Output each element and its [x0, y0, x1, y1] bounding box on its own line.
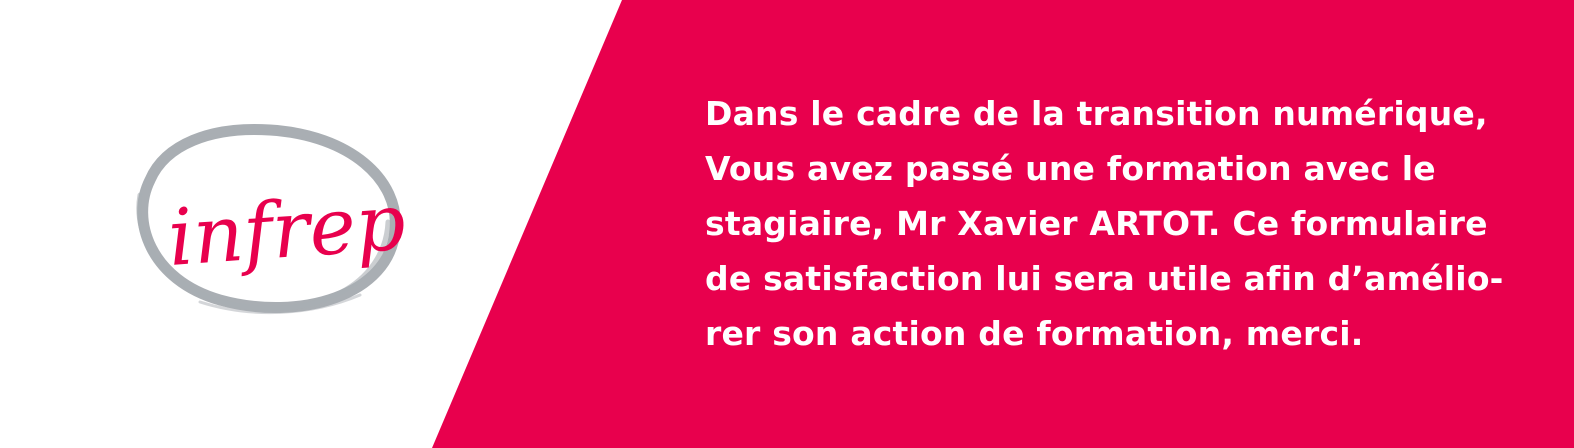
intro-message: Dans le cadre de la transition numérique…: [705, 86, 1525, 361]
message-line: de satisfaction lui sera utile afin d’am…: [705, 259, 1504, 298]
message-line: Dans le cadre de la transition numérique…: [705, 94, 1488, 133]
message-line: stagiaire, Mr Xavier ARTOT. Ce formulair…: [705, 204, 1488, 243]
infrep-logo: infrep: [136, 123, 408, 315]
logo-wordmark: infrep: [165, 178, 408, 284]
message-line: Vous avez passé une formation avec le: [705, 149, 1436, 188]
message-line: rer son action de formation, merci.: [705, 314, 1364, 353]
header-banner: infrep Dans le cadre de la transition nu…: [0, 0, 1574, 448]
